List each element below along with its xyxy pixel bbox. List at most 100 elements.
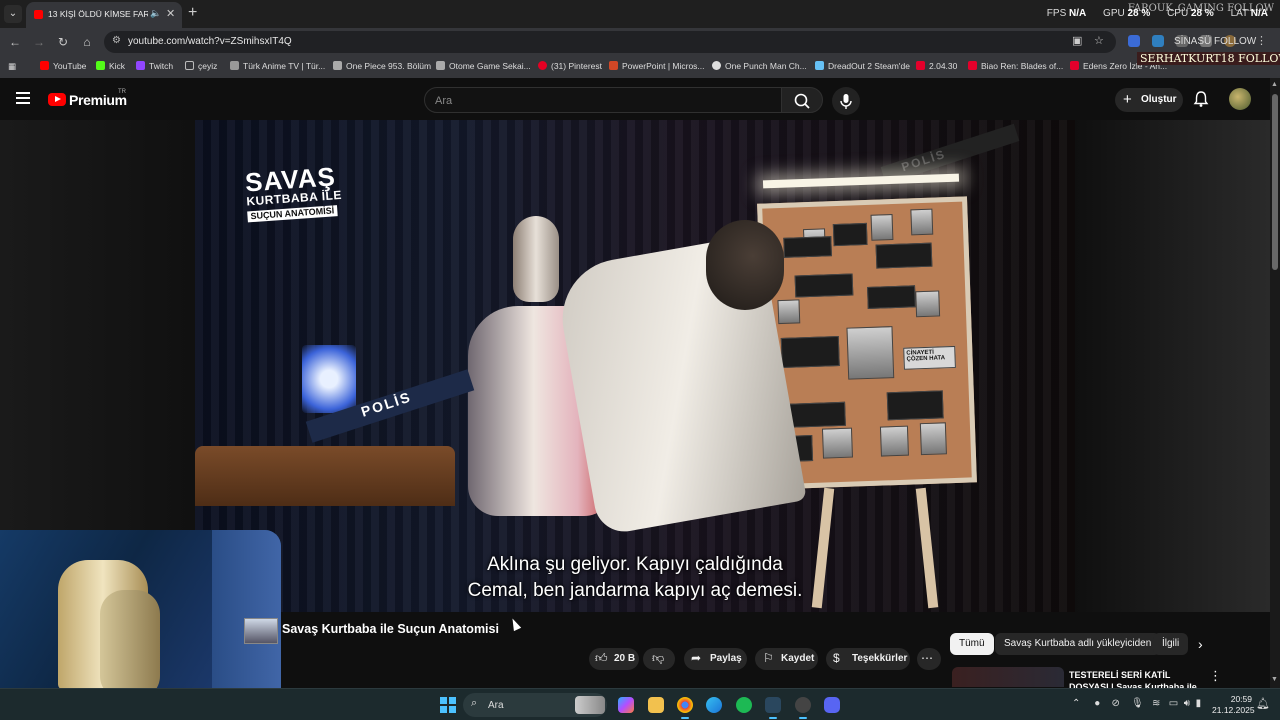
chip-related[interactable]: İlgili [1153, 633, 1189, 655]
super-thanks-icon: $ [833, 651, 840, 665]
recommendation-thumbnail[interactable] [952, 667, 1064, 687]
bookmark-youtube[interactable]: YouTube [40, 61, 86, 71]
subtitle-line-2: Cemal, ben jandarma kapıyı aç demesi. [467, 580, 803, 601]
tray-volume-icon[interactable]: 🔊︎ [1184, 698, 1190, 709]
like-button[interactable]: 👍︎ 20 B [589, 648, 639, 670]
chip-from-uploader[interactable]: Savaş Kurtbaba adlı yükleyiciden [995, 633, 1161, 655]
bookmark-pinterest[interactable]: (31) Pinterest [538, 61, 602, 71]
bookmark-one-punch-man[interactable]: One Punch Man Ch... [712, 61, 807, 71]
tray-mic-icon[interactable]: 🎙︎ [1131, 698, 1144, 709]
chips-next-chevron-icon[interactable]: › [1198, 636, 1203, 652]
bookmark-folder-ceyiz[interactable]: çeyiz [185, 61, 217, 71]
create-button[interactable]: + Oluştur [1115, 88, 1183, 112]
browser-menu-icon[interactable]: ⋮ [1256, 34, 1267, 47]
tray-wifi-icon[interactable]: ≋ [1152, 698, 1160, 709]
bookmark-turk-anime[interactable]: Türk Anime TV | Tür... [230, 61, 325, 71]
browser-tab-strip: ⌄ 13 KİŞİ ÖLDÜ KİMSE FARK E 🔈 ✕ + FAROUK… [0, 0, 1280, 28]
tray-app-icon[interactable]: ● [1094, 698, 1100, 709]
dislike-button[interactable]: 👎︎ [643, 648, 675, 670]
more-actions-button[interactable]: ⋯ [917, 648, 941, 670]
bookmark-twitch[interactable]: Twitch [136, 61, 173, 71]
cast-icon[interactable]: ▣ [1072, 34, 1082, 47]
copilot-icon[interactable] [618, 697, 634, 713]
tab-search-chevron-icon[interactable]: ⌄ [4, 5, 22, 23]
share-label: Paylaş [710, 653, 742, 664]
notification-bell-icon[interactable]: 🔔︎ [1256, 697, 1270, 710]
home-icon[interactable]: ⌂ [78, 33, 96, 51]
scroll-down-icon[interactable]: ▼ [1271, 676, 1278, 683]
channel-thumbnail[interactable] [244, 618, 278, 644]
site-info-icon[interactable]: ⚙ [112, 35, 121, 46]
taskbar-clock[interactable]: 20:59 21.12.2025 [1212, 694, 1255, 716]
youtube-logo-icon[interactable] [48, 93, 66, 106]
save-button[interactable]: ⚐ Kaydet [755, 648, 818, 670]
tab-close-icon[interactable]: ✕ [166, 7, 175, 20]
mannequin [513, 216, 559, 302]
spotify-icon[interactable] [736, 697, 752, 713]
tray-overflow-chevron-icon[interactable]: ⌃ [1072, 698, 1080, 709]
voice-search-button[interactable] [832, 87, 860, 115]
overlay-name-2: SERHATKURT18 FOLLOW [1137, 52, 1280, 65]
bookmark-powerpoint[interactable]: PowerPoint | Micros... [609, 61, 705, 71]
chip-all[interactable]: Tümü [950, 633, 994, 655]
tray-battery-icon[interactable]: ▮ [1196, 698, 1202, 709]
bookmark-dreadout[interactable]: DreadOut 2 Steam'de [815, 61, 910, 71]
recommendation-title[interactable]: TESTERELİ SERİ KATİL DOSYASI | Savaş Kur… [1069, 669, 1197, 688]
shield-extension-icon[interactable] [1152, 35, 1164, 47]
stat-gpu-label: GPU [1103, 8, 1125, 19]
studio-light [302, 345, 356, 413]
search-input[interactable]: Ara [424, 87, 782, 113]
extension-icon[interactable] [1128, 35, 1140, 47]
notifications-bell-icon[interactable] [1192, 90, 1210, 113]
forward-icon[interactable]: → [30, 33, 48, 51]
thanks-button[interactable]: $ Teşekkürler [826, 648, 910, 670]
steam-icon[interactable] [765, 697, 781, 719]
more-horizontal-icon: ⋯ [921, 651, 933, 665]
speaker-icon[interactable]: 🔈 [150, 8, 161, 19]
stat-lat-label: LAT [1230, 8, 1248, 19]
browser-tab-active[interactable]: 13 KİŞİ ÖLDÜ KİMSE FARK E 🔈 ✕ [26, 2, 182, 28]
bookmark-otome[interactable]: Otome Game Sekai... [436, 61, 531, 71]
edge-icon[interactable] [706, 697, 722, 713]
save-label: Kaydet [781, 653, 815, 664]
account-avatar[interactable] [1229, 88, 1251, 110]
clock-date: 21.12.2025 [1212, 705, 1255, 715]
apps-grid-icon[interactable]: ▦ [8, 61, 16, 72]
youtube-favicon-icon [34, 10, 43, 19]
omnibox[interactable]: ⚙ youtube.com/watch?v=ZSmihsxIT4Q ▣ ☆ [104, 31, 1116, 53]
bookmark-2-04-30[interactable]: 2.04.30 [916, 61, 957, 71]
thumbs-up-icon: 👍︎ [595, 651, 608, 665]
new-tab-button[interactable]: + [188, 4, 197, 22]
video-backdrop-right [1075, 120, 1270, 612]
share-button[interactable]: ➦ Paylaş [684, 648, 747, 670]
bookmarks-bar: ▦ YouTube Kick Twitch çeyiz Türk Anime T… [0, 52, 1280, 78]
page-scrollbar[interactable]: ▲ ▼ [1270, 78, 1280, 688]
windows-start-icon[interactable] [440, 697, 456, 713]
reload-icon[interactable]: ↻ [54, 33, 72, 51]
taskbar-search[interactable]: ⌕ Ara [463, 693, 607, 717]
tab-title: 13 KİŞİ ÖLDÜ KİMSE FARK E [48, 9, 148, 19]
bookmark-kick[interactable]: Kick [96, 61, 125, 71]
youtube-header: Premium TR Ara + Oluştur [0, 78, 1270, 120]
search-placeholder: Ara [435, 95, 453, 107]
like-count: 20 B [614, 653, 636, 664]
chrome-icon[interactable] [677, 697, 693, 719]
channel-name[interactable]: Savaş Kurtbaba ile Suçun Anatomisi [282, 622, 499, 636]
search-button[interactable] [781, 87, 823, 113]
url-text[interactable]: youtube.com/watch?v=ZSmihsxIT4Q [128, 36, 292, 47]
tray-network-muted-icon[interactable]: ⊘ [1111, 698, 1119, 709]
discord-icon[interactable] [824, 697, 840, 713]
bookmark-star-icon[interactable]: ☆ [1094, 34, 1104, 47]
file-explorer-icon[interactable] [648, 697, 664, 713]
obs-icon[interactable] [795, 697, 811, 719]
recommendation-more-icon[interactable]: ⋮ [1209, 668, 1222, 684]
scrollbar-thumb[interactable] [1272, 94, 1278, 270]
bookmark-biao-ren[interactable]: Biao Ren: Blades of... [968, 61, 1063, 71]
scroll-up-icon[interactable]: ▲ [1271, 81, 1278, 88]
menu-hamburger-icon[interactable] [16, 92, 30, 104]
back-icon[interactable]: ← [6, 33, 24, 51]
tray-monitor-icon[interactable]: ▭ [1169, 698, 1178, 709]
bookmark-one-piece[interactable]: One Piece 953. Bölüm [333, 61, 431, 71]
stat-lat-value: N/A [1250, 8, 1268, 19]
share-arrow-icon: ➦ [691, 651, 702, 665]
